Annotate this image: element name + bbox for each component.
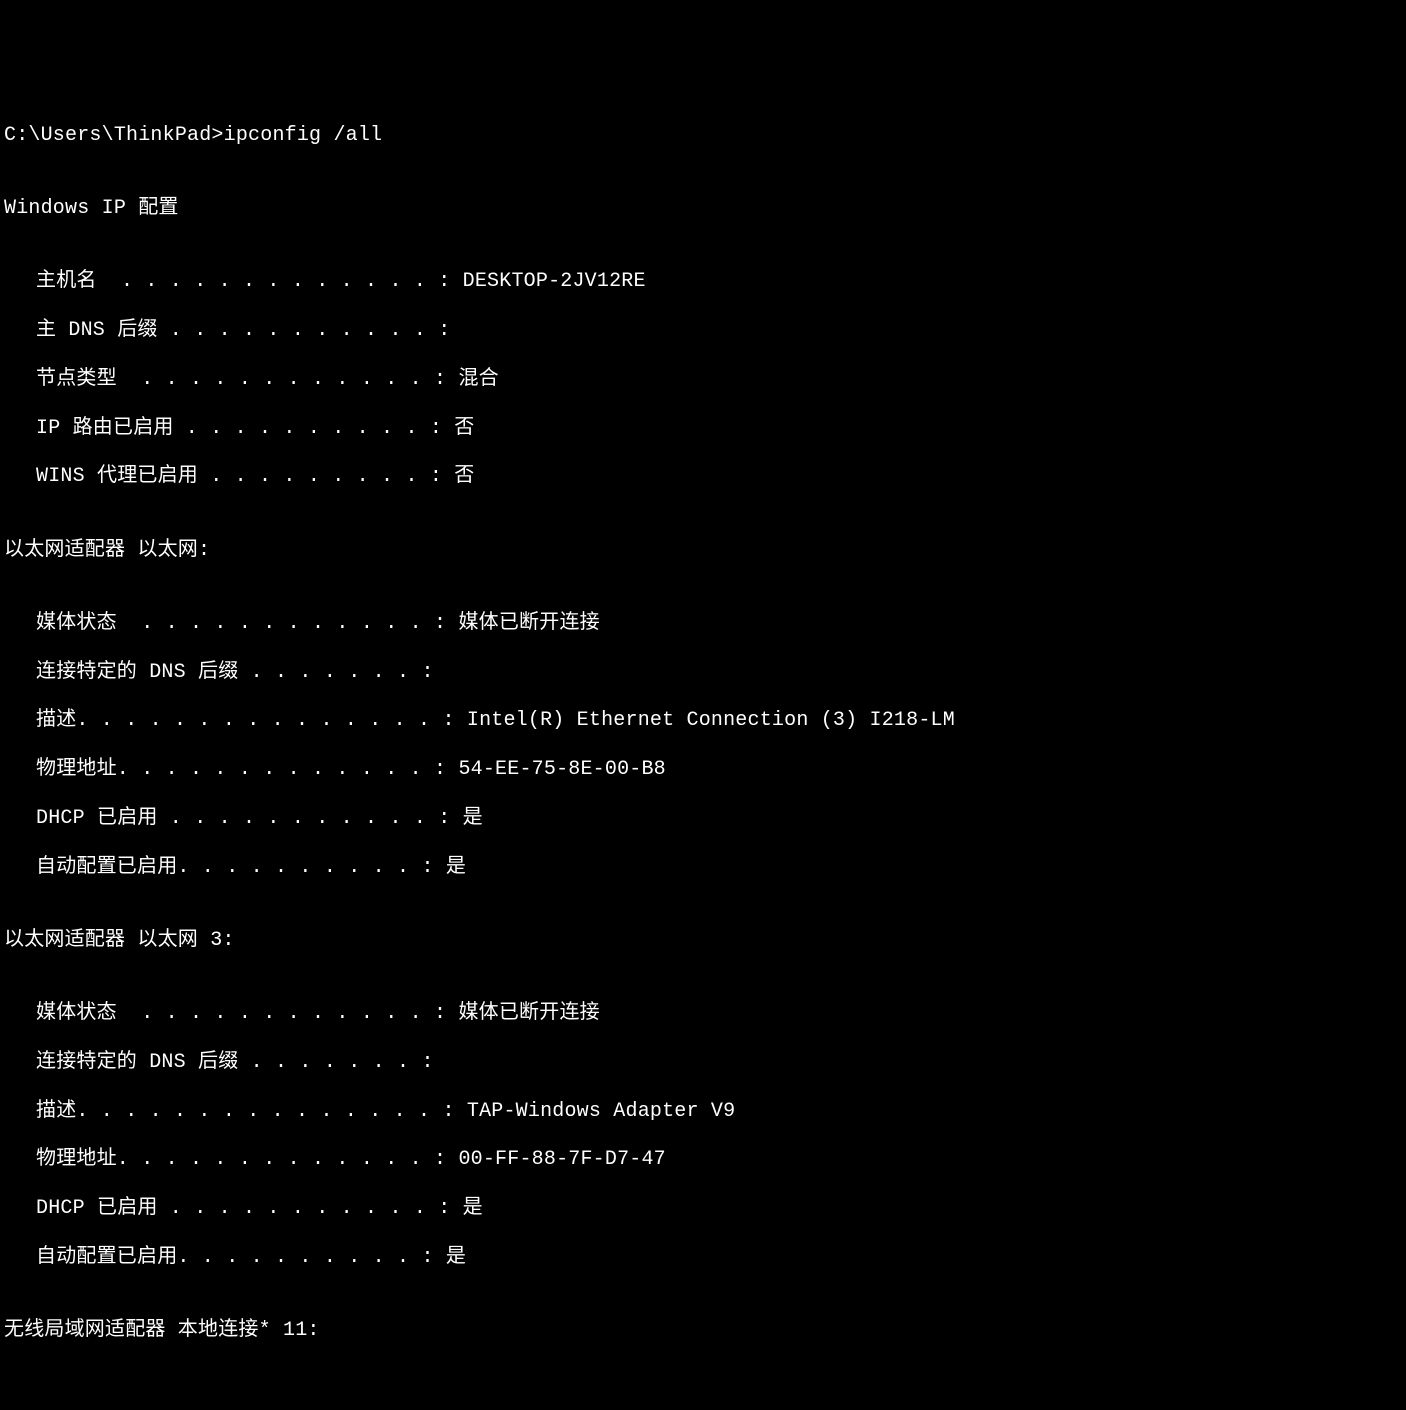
host-hostname: 主机名 . . . . . . . . . . . . . : DESKTOP-… bbox=[4, 270, 1406, 294]
host-node-type: 节点类型 . . . . . . . . . . . . : 混合 bbox=[4, 368, 1406, 392]
adapter2-media-state: 媒体状态 . . . . . . . . . . . . : 媒体已断开连接 bbox=[4, 1002, 1406, 1026]
adapter1-physical-addr: 物理地址. . . . . . . . . . . . . : 54-EE-75… bbox=[4, 758, 1406, 782]
adapter2-title: 以太网适配器 以太网 3: bbox=[4, 929, 1406, 953]
terminal-output: C:\Users\ThinkPad>ipconfig /all Windows … bbox=[4, 100, 1406, 1368]
prompt-line: C:\Users\ThinkPad>ipconfig /all bbox=[4, 124, 1406, 148]
ip-config-header: Windows IP 配置 bbox=[4, 197, 1406, 221]
host-ip-routing: IP 路由已启用 . . . . . . . . . . : 否 bbox=[4, 417, 1406, 441]
adapter1-autoconfig: 自动配置已启用. . . . . . . . . . : 是 bbox=[4, 856, 1406, 880]
adapter2-dns-suffix: 连接特定的 DNS 后缀 . . . . . . . : bbox=[4, 1051, 1406, 1075]
adapter1-dns-suffix: 连接特定的 DNS 后缀 . . . . . . . : bbox=[4, 661, 1406, 685]
adapter1-dhcp-enabled: DHCP 已启用 . . . . . . . . . . . : 是 bbox=[4, 807, 1406, 831]
adapter1-media-state: 媒体状态 . . . . . . . . . . . . : 媒体已断开连接 bbox=[4, 612, 1406, 636]
host-wins-proxy: WINS 代理已启用 . . . . . . . . . : 否 bbox=[4, 465, 1406, 489]
adapter1-description: 描述. . . . . . . . . . . . . . . : Intel(… bbox=[4, 709, 1406, 733]
adapter1-title: 以太网适配器 以太网: bbox=[4, 539, 1406, 563]
host-dns-suffix: 主 DNS 后缀 . . . . . . . . . . . : bbox=[4, 319, 1406, 343]
adapter2-physical-addr: 物理地址. . . . . . . . . . . . . : 00-FF-88… bbox=[4, 1148, 1406, 1172]
adapter3-title: 无线局域网适配器 本地连接* 11: bbox=[4, 1319, 1406, 1343]
adapter2-dhcp-enabled: DHCP 已启用 . . . . . . . . . . . : 是 bbox=[4, 1197, 1406, 1221]
adapter2-autoconfig: 自动配置已启用. . . . . . . . . . : 是 bbox=[4, 1246, 1406, 1270]
adapter2-description: 描述. . . . . . . . . . . . . . . : TAP-Wi… bbox=[4, 1100, 1406, 1124]
